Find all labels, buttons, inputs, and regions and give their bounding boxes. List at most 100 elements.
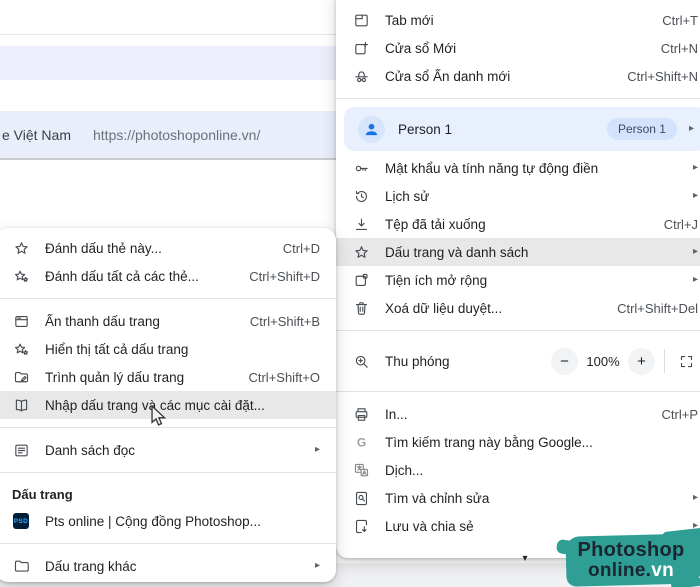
submenu-arrow-icon: ▸	[314, 444, 320, 455]
profile-badge: Person 1	[606, 118, 677, 140]
menu-item-label: Tab mới	[385, 12, 434, 28]
separator	[0, 427, 336, 428]
zoom-label: Thu phóng	[385, 353, 450, 369]
zoom-out-button[interactable]: −	[551, 347, 578, 375]
chevron-down-icon: ▾	[522, 552, 528, 564]
extension-icon	[352, 271, 370, 289]
bookmark-manager-icon	[12, 368, 30, 386]
menu-item-downloads[interactable]: Tệp đã tải xuống Ctrl+J	[336, 210, 700, 238]
mouse-cursor	[150, 404, 167, 432]
screen: e Việt Nam https://photoshoponline.vn/ T…	[0, 0, 700, 587]
menu-item-label: Dấu trang và danh sách	[385, 244, 529, 260]
submenu-item-reading-list[interactable]: Danh sách đọc ▸	[0, 436, 336, 464]
new-window-icon	[352, 39, 370, 57]
submenu-arrow-icon: ▸	[692, 162, 698, 173]
trash-icon	[352, 299, 370, 317]
submenu-arrow-icon: ▸	[688, 123, 694, 134]
print-icon	[352, 405, 370, 423]
separator	[0, 472, 336, 473]
menu-item-search-with-google[interactable]: G Tìm kiếm trang này bằng Google...	[336, 428, 700, 456]
separator	[336, 330, 700, 331]
menu-item-label: Xoá dữ liệu duyệt...	[385, 300, 503, 316]
menu-item-bookmarks-and-lists[interactable]: Dấu trang và danh sách ▸	[336, 238, 700, 266]
omnibox[interactable]	[0, 46, 345, 80]
divider	[664, 349, 665, 373]
folder-icon	[12, 557, 30, 575]
chrome-main-menu: Tab mới Ctrl+T Cửa sổ Mới Ctrl+N Cửa sổ …	[336, 0, 700, 564]
new-tab-icon	[352, 11, 370, 29]
submenu-item-label: Dấu trang khác	[45, 558, 137, 574]
submenu-item-label: Đánh dấu thẻ này...	[45, 240, 162, 256]
submenu-item-label: Đánh dấu tất cả các thẻ...	[45, 268, 199, 284]
shortcut-label: Ctrl+Shift+Del	[617, 300, 698, 316]
menu-item-new-tab[interactable]: Tab mới Ctrl+T	[336, 6, 700, 34]
menu-item-translate[interactable]: Dịch...	[336, 456, 700, 484]
submenu-item-hide-bookmarks-bar[interactable]: Ẩn thanh dấu trang Ctrl+Shift+B	[0, 307, 336, 335]
menu-item-extensions[interactable]: Tiện ích mở rộng ▸	[336, 266, 700, 294]
import-bookmarks-icon	[12, 396, 30, 414]
menu-item-label: Mật khẩu và tính năng tự động điền	[385, 160, 599, 176]
shortcut-label: Ctrl+Shift+B	[249, 313, 320, 329]
all-bookmarks-icon	[12, 340, 30, 358]
incognito-icon	[352, 67, 370, 85]
omnibox-suggestion-row[interactable]: e Việt Nam https://photoshoponline.vn/	[0, 112, 345, 158]
submenu-item-bookmark-manager[interactable]: Trình quản lý dấu trang Ctrl+Shift+O	[0, 363, 336, 391]
submenu-item-label: Pts online | Cộng đồng Photoshop...	[45, 513, 261, 529]
photoshoponline-logo: Photoshop online.vn	[558, 529, 700, 587]
suggestion-url: https://photoshoponline.vn/	[93, 127, 261, 143]
bookmarks-section-header: Dấu trang	[12, 486, 73, 502]
menu-item-new-window[interactable]: Cửa sổ Mới Ctrl+N	[336, 34, 700, 62]
menu-item-label: Tệp đã tải xuống	[385, 216, 486, 232]
menu-item-label: Tìm kiếm trang này bằng Google...	[385, 434, 593, 450]
menu-item-label: Cửa sổ Mới	[385, 40, 457, 56]
menu-item-new-incognito-window[interactable]: Cửa sổ Ẩn danh mới Ctrl+Shift+N	[336, 62, 700, 90]
suggestion-title: e Việt Nam	[2, 127, 71, 143]
separator	[0, 298, 336, 299]
menu-item-label: Lịch sử	[385, 188, 430, 204]
submenu-item-import-bookmarks-and-settings[interactable]: Nhập dấu trang và các mục cài đặt...	[0, 391, 336, 419]
menu-item-history[interactable]: Lịch sử ▸	[336, 182, 700, 210]
submenu-item-bookmark-this-tab[interactable]: Đánh dấu thẻ này... Ctrl+D	[0, 234, 336, 262]
submenu-item-bookmark-all-tabs[interactable]: Đánh dấu tất cả các thẻ... Ctrl+Shift+D	[0, 262, 336, 290]
download-icon	[352, 215, 370, 233]
submenu-item-label: Trình quản lý dấu trang	[45, 369, 185, 385]
save-share-icon	[352, 517, 370, 535]
zoom-row: Thu phóng − 100% +	[336, 339, 700, 383]
stars-icon	[12, 267, 30, 285]
logo-line1: Photoshop	[577, 538, 685, 561]
submenu-item-label: Ẩn thanh dấu trang	[45, 313, 160, 329]
submenu-arrow-icon: ▸	[692, 246, 698, 257]
submenu-item-label: Nhập dấu trang và các mục cài đặt...	[45, 397, 265, 413]
menu-item-label: In...	[385, 406, 408, 422]
menu-item-passwords-autofill[interactable]: Mật khẩu và tính năng tự động điền ▸	[336, 154, 700, 182]
fullscreen-icon[interactable]	[674, 349, 698, 373]
submenu-item-bookmark-pts-online[interactable]: PSD Pts online | Cộng đồng Photoshop...	[0, 507, 336, 535]
zoom-in-button[interactable]: +	[628, 347, 655, 375]
page-divider	[0, 34, 345, 35]
profile-name: Person 1	[398, 121, 453, 137]
menu-item-print[interactable]: In... Ctrl+P	[336, 400, 700, 428]
zoom-level-value: 100%	[586, 353, 620, 369]
shortcut-label: Ctrl+Shift+O	[248, 369, 320, 385]
shortcut-label: Ctrl+J	[663, 216, 698, 232]
menu-item-clear-browsing-data[interactable]: Xoá dữ liệu duyệt... Ctrl+Shift+Del	[336, 294, 700, 322]
bookmarks-bar-icon	[12, 312, 30, 330]
star-icon	[12, 239, 30, 257]
submenu-item-show-all-bookmarks[interactable]: Hiển thị tất cả dấu trang	[0, 335, 336, 363]
profile-row-person-1[interactable]: Person 1 Person 1 ▸	[344, 107, 700, 151]
separator	[336, 391, 700, 392]
separator	[336, 98, 700, 99]
submenu-item-other-bookmarks[interactable]: Dấu trang khác ▸	[0, 552, 336, 580]
separator	[0, 543, 336, 544]
menu-item-find-and-edit[interactable]: Tìm và chỉnh sửa ▸	[336, 484, 700, 512]
shortcut-label: Ctrl+Shift+D	[249, 268, 320, 284]
logo-line2: online.vn	[587, 559, 675, 581]
shortcut-label: Ctrl+D	[282, 240, 320, 256]
shortcut-label: Ctrl+T	[662, 12, 698, 28]
menu-item-label: Dịch...	[385, 462, 424, 478]
submenu-arrow-icon: ▸	[692, 274, 698, 285]
reading-list-icon	[12, 441, 30, 459]
submenu-arrow-icon: ▸	[692, 190, 698, 201]
translate-icon	[352, 461, 370, 479]
menu-item-label: Tìm và chỉnh sửa	[385, 490, 490, 506]
